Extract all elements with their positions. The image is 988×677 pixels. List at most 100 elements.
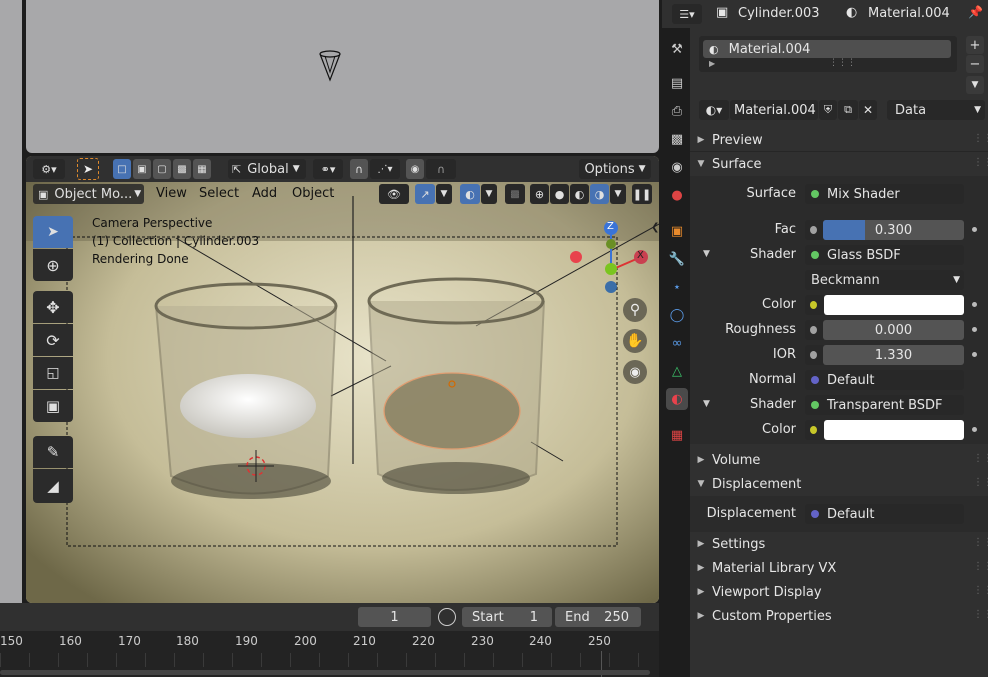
select-subtract-button[interactable]: ▢ [153, 159, 171, 179]
keyframe-dot-icon[interactable] [972, 352, 977, 357]
browse-material-button[interactable]: ◐▾ [699, 100, 729, 120]
gizmo-toggle[interactable]: ↗ [415, 184, 435, 204]
fac-socket-field[interactable] [805, 220, 825, 240]
constraints-tab[interactable]: ∞ [666, 332, 688, 354]
panel-grip-icon[interactable]: ⋮⋮⋮ [973, 133, 988, 144]
properties-editor-type-button[interactable]: ☰▾ [672, 4, 702, 24]
panel-grip-icon[interactable]: ⋮⋮⋮ [973, 561, 988, 572]
select-intersect-button[interactable]: ▦ [193, 159, 211, 179]
color2-swatch[interactable] [824, 420, 964, 440]
proportional-edit-toggle[interactable]: ◉ [406, 159, 424, 179]
color1-swatch[interactable] [824, 295, 964, 315]
keyframe-dot-icon[interactable] [972, 327, 977, 332]
snap-toggle[interactable]: ∩ [350, 159, 368, 179]
normal-field[interactable]: Default [805, 370, 964, 390]
unlink-material-button[interactable]: ✕ [859, 100, 877, 120]
material-shading-button[interactable]: ◐ [570, 184, 589, 204]
panel-viewport-display[interactable]: ▶ Viewport Display [690, 581, 988, 603]
scale-tool[interactable]: ◱ [33, 357, 73, 389]
ior-socket[interactable] [805, 345, 825, 365]
link-dropdown[interactable]: Data ▼ [887, 100, 985, 120]
pin-icon[interactable]: 📌 [968, 5, 983, 19]
panel-displacement[interactable]: ▼ Displacement [690, 473, 988, 495]
end-frame-field[interactable]: End 250 [555, 607, 641, 627]
list-resize-handle-icon[interactable]: ⋮⋮⋮ [829, 58, 856, 68]
start-frame-field[interactable]: Start 1 [462, 607, 552, 627]
panel-grip-icon[interactable]: ⋮⋮⋮ [973, 609, 988, 620]
world-tab[interactable]: ● [666, 184, 688, 206]
transform-orientation-dropdown[interactable]: ⇱ Global ▼ [228, 159, 306, 179]
solid-shading-button[interactable]: ● [550, 184, 569, 204]
menu-view[interactable]: View [156, 186, 187, 201]
select-invert-button[interactable]: ▩ [173, 159, 191, 179]
panel-grip-icon[interactable]: ⋮⋮⋮ [973, 157, 988, 168]
keyframe-dot-icon[interactable] [972, 227, 977, 232]
panel-settings[interactable]: ▶ Settings [690, 533, 988, 555]
measure-tool[interactable]: ◢ [33, 469, 73, 503]
pan-button[interactable]: ✋ [623, 329, 647, 353]
panel-grip-icon[interactable]: ⋮⋮⋮ [973, 453, 988, 464]
timeline-scrollbar[interactable] [0, 670, 650, 675]
view-layer-tab[interactable]: ▩ [666, 128, 688, 150]
visibility-dropdown[interactable]: 👁 [379, 184, 409, 204]
shader1-field[interactable]: Glass BSDF [805, 245, 964, 265]
add-slot-button[interactable]: + [966, 36, 984, 54]
menu-object[interactable]: Object [292, 186, 334, 201]
mode-dropdown[interactable]: ▣ Object Mo... ▼ [33, 184, 144, 204]
color2-socket[interactable] [805, 420, 825, 440]
camera-view-button[interactable]: ◉ [623, 360, 647, 384]
navigation-gizmo[interactable]: Z X [566, 216, 656, 296]
move-tool[interactable]: ✥ [33, 291, 73, 323]
surface-shader-field[interactable]: Mix Shader [805, 184, 964, 204]
sidebar-toggle-icon[interactable]: ❮ [651, 222, 659, 233]
annotate-tool[interactable]: ✎ [33, 436, 73, 468]
options-dropdown[interactable]: Options ▼ [579, 159, 651, 179]
material-tab[interactable]: ◐ [666, 388, 688, 410]
panel-surface[interactable]: ▼ Surface [690, 153, 988, 175]
overlay-toggle[interactable]: ◐ [460, 184, 480, 204]
editor-type-button[interactable]: ⚙▾ [33, 159, 65, 179]
list-expand-icon[interactable]: ▶ [709, 59, 715, 68]
clock-icon[interactable] [438, 608, 456, 626]
current-frame-field[interactable]: 1 [358, 607, 431, 627]
shader2-field[interactable]: Transparent BSDF [805, 395, 964, 415]
select-extend-button[interactable]: ▣ [133, 159, 151, 179]
modifier-tab[interactable]: 🔧 [666, 248, 688, 270]
output-tab[interactable]: ⎙ [666, 100, 688, 122]
panel-volume[interactable]: ▶ Volume [690, 449, 988, 471]
ior-slider[interactable]: 1.330 [823, 345, 964, 365]
scene-tab[interactable]: ◉ [666, 156, 688, 178]
texture-tab[interactable]: ▦ [666, 424, 688, 446]
panel-preview[interactable]: ▶ Preview [690, 129, 988, 151]
rotate-tool[interactable]: ⟳ [33, 324, 73, 356]
panel-grip-icon[interactable]: ⋮⋮⋮ [973, 477, 988, 488]
object-tab[interactable]: ▣ [666, 220, 688, 242]
falloff-dropdown[interactable]: ∩ [426, 159, 456, 179]
pause-render-button[interactable]: ❚❚ [632, 184, 652, 204]
shading-dropdown[interactable]: ▼ [610, 184, 626, 204]
panel-grip-icon[interactable]: ⋮⋮⋮ [973, 537, 988, 548]
overlay-dropdown[interactable]: ▼ [481, 184, 497, 204]
menu-add[interactable]: Add [252, 186, 277, 201]
keyframe-dot-icon[interactable] [972, 302, 977, 307]
material-name-field[interactable]: Material.004 [730, 100, 818, 120]
physics-tab[interactable]: ◯ [666, 304, 688, 326]
material-slot-list[interactable]: ◐ Material.004 ▶ ⋮⋮⋮ [699, 36, 957, 72]
data-tab[interactable]: △ [666, 360, 688, 382]
select-box-tool[interactable]: ➤ [33, 216, 73, 248]
cursor-tool[interactable]: ⊕ [33, 249, 73, 281]
select-tool-indicator[interactable]: ➤ [77, 158, 99, 180]
duplicate-material-button[interactable]: ⧉ [838, 100, 858, 120]
distribution-dropdown[interactable]: Beckmann ▼ [805, 270, 964, 290]
panel-custom-properties[interactable]: ▶ Custom Properties [690, 605, 988, 627]
snap-target-dropdown[interactable]: ⋰▾ [370, 159, 400, 179]
zoom-button[interactable]: ⚲ [623, 298, 647, 322]
slot-specials-button[interactable]: ▼ [966, 76, 984, 94]
select-new-button[interactable]: □ [113, 159, 131, 179]
rendered-shading-button[interactable]: ◑ [590, 184, 609, 204]
menu-select[interactable]: Select [199, 186, 239, 201]
top-viewport[interactable] [26, 0, 659, 153]
transform-tool[interactable]: ▣ [33, 390, 73, 422]
main-viewport[interactable]: Camera Perspective (1) Collection | Cyli… [26, 156, 659, 603]
material-slot-item[interactable]: ◐ Material.004 [703, 40, 951, 58]
